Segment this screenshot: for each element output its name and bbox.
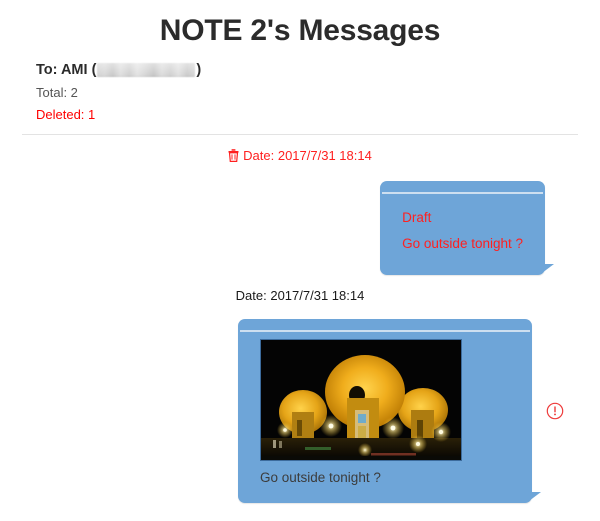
message-date-text: Date: 2017/7/31 18:14	[235, 288, 365, 303]
recipient-line: To: AMI ( )	[36, 60, 600, 80]
total-count: Total: 2	[36, 85, 78, 100]
message-date: Date: 2017/7/31 18:14	[0, 135, 600, 167]
exclamation-circle-icon[interactable]	[546, 402, 564, 420]
redacted-phone-number	[97, 63, 196, 77]
message-item: Date: 2017/7/31 18:14 Draft Go outside t…	[0, 135, 600, 275]
message-date-text: Date: 2017/7/31 18:14	[243, 148, 372, 163]
message-item: Date: 2017/7/31 18:14 Go outside tonight…	[0, 275, 600, 503]
message-body-text: Go outside tonight ?	[260, 470, 381, 485]
message-body-text: Go outside tonight ?	[402, 236, 523, 251]
message-attachment-photo[interactable]	[260, 339, 462, 461]
recipient-label: To: AMI (	[36, 62, 97, 78]
trash-icon[interactable]	[228, 149, 239, 167]
message-bubble-row: Go outside tonight ?	[0, 319, 600, 503]
message-bubble[interactable]: Go outside tonight ?	[238, 319, 541, 503]
message-draft-label: Draft	[402, 210, 432, 225]
message-date: Date: 2017/7/31 18:14	[0, 275, 600, 305]
page-title: NOTE 2's Messages	[159, 14, 441, 47]
recipient-paren-close: )	[196, 62, 202, 78]
message-bubble-row: Draft Go outside tonight ?	[0, 181, 600, 275]
message-summary: To: AMI ( ) Total: 2 Deleted: 1	[0, 60, 600, 125]
message-bubble[interactable]: Draft Go outside tonight ?	[380, 181, 554, 275]
deleted-count: Deleted: 1	[36, 107, 96, 122]
